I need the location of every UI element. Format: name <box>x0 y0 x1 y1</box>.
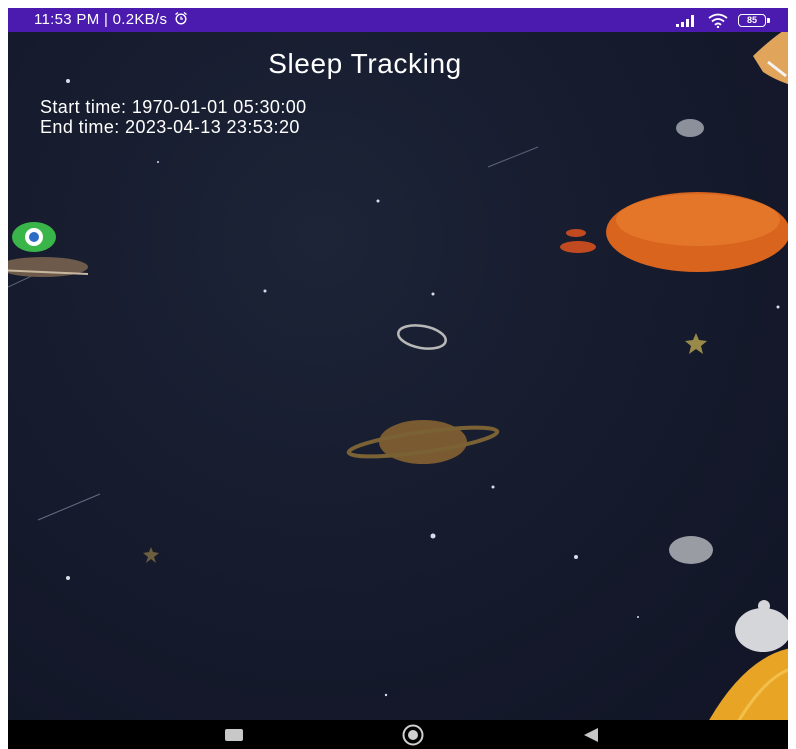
home-circle-icon <box>402 724 424 745</box>
wifi-icon <box>708 13 728 28</box>
back-button[interactable] <box>561 720 621 749</box>
status-bar: 11:53 PM | 0.2KB/s 85 <box>8 8 788 32</box>
phone-screen: 11:53 PM | 0.2KB/s 85 Sleep Tracking Sta… <box>8 8 788 749</box>
battery-tip <box>767 17 770 23</box>
signal-icon <box>676 14 694 27</box>
sleep-times-block: Start time: 1970-01-01 05:30:00 End time… <box>40 97 307 137</box>
end-time-text: End time: 2023-04-13 23:53:20 <box>40 117 300 137</box>
alarm-icon <box>174 11 187 25</box>
battery-level: 85 <box>746 15 757 25</box>
status-right-group: 85 <box>676 12 770 28</box>
recents-square-icon <box>225 728 243 741</box>
start-time-text: Start time: 1970-01-01 05:30:00 <box>40 97 307 117</box>
sleep-tracking-screen: Sleep Tracking Start time: 1970-01-01 05… <box>8 32 788 720</box>
status-left-group: 11:53 PM | 0.2KB/s <box>34 11 188 28</box>
page-title: Sleep Tracking <box>268 48 462 79</box>
back-triangle-icon <box>584 727 598 742</box>
navigation-bar <box>8 720 788 749</box>
battery-icon: 85 <box>738 13 766 27</box>
home-button[interactable] <box>383 720 443 749</box>
recents-button[interactable] <box>204 720 264 749</box>
status-time-speed: 11:53 PM | 0.2KB/s <box>34 11 168 28</box>
